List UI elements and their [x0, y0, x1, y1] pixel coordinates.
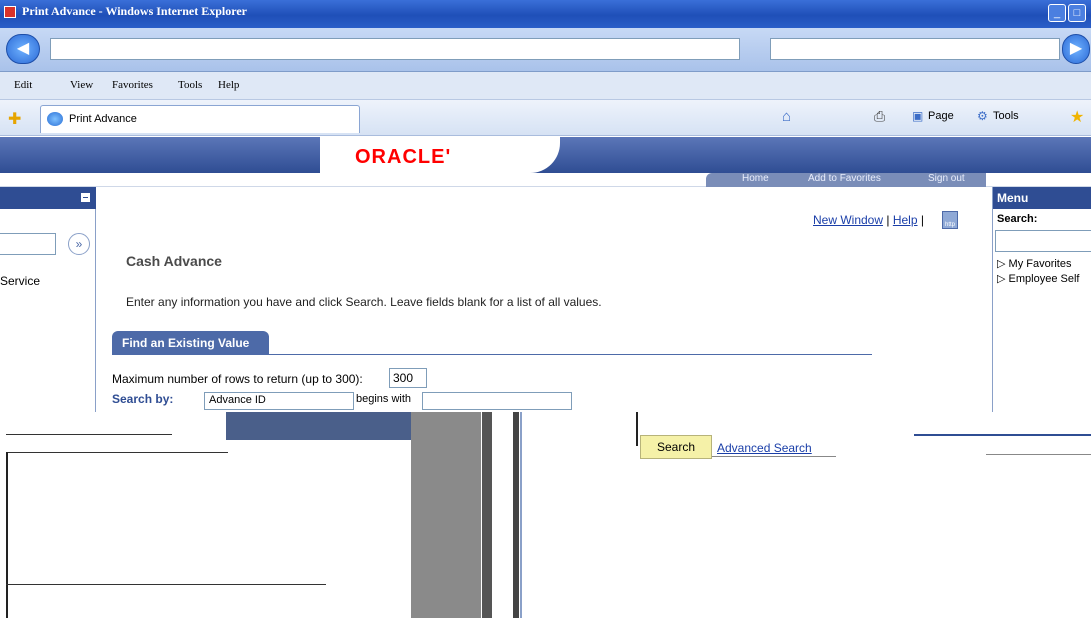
- artifact-line: [6, 452, 8, 618]
- triangle-right-icon: ▷: [997, 258, 1006, 270]
- favorites-icon[interactable]: ★: [1070, 107, 1084, 127]
- artifact-line: [6, 452, 228, 453]
- back-button[interactable]: ◀: [6, 34, 40, 64]
- artifact-block: [482, 412, 492, 618]
- artifact-block: [226, 412, 411, 440]
- menu-item-label: My Favorites: [1008, 258, 1072, 270]
- begins-with-label: begins with: [356, 393, 412, 405]
- search-value-input[interactable]: [422, 392, 572, 410]
- help-link[interactable]: Help: [893, 213, 918, 227]
- menu-item-my-favorites[interactable]: ▷ My Favorites: [997, 257, 1072, 270]
- triangle-right-icon: ▷: [997, 273, 1006, 285]
- link-separator: |: [886, 213, 890, 227]
- page-links: New Window | Help |: [813, 213, 924, 227]
- instructions-text: Enter any information you have and click…: [126, 295, 602, 309]
- minimize-button[interactable]: _: [1048, 4, 1066, 22]
- page-icon: [47, 112, 63, 126]
- artifact-block: [0, 412, 226, 432]
- add-to-favorites-link[interactable]: Add to Favorites: [808, 173, 881, 184]
- artifact-block: [411, 412, 481, 618]
- tab-find-existing-value[interactable]: Find an Existing Value: [112, 331, 269, 355]
- left-nav-item[interactable]: Service: [0, 274, 40, 288]
- artifact-line: [636, 412, 638, 446]
- address-bar: ◀ ▶: [0, 28, 1091, 72]
- sign-out-link[interactable]: Sign out: [928, 173, 965, 184]
- page-menu[interactable]: Page: [928, 110, 954, 122]
- menu-item-employee-self-service[interactable]: ▷ Employee Self: [997, 272, 1079, 285]
- tab-label: Print Advance: [69, 113, 137, 125]
- left-search-go-button[interactable]: »: [68, 233, 90, 255]
- left-pane-header: [0, 187, 96, 209]
- oracle-logo: ORACLE': [355, 146, 452, 168]
- search-go-button[interactable]: ▶: [1062, 34, 1090, 64]
- menu-view[interactable]: View: [70, 79, 93, 91]
- tab-underline: [112, 354, 872, 355]
- left-search-input[interactable]: [0, 233, 56, 255]
- link-separator: |: [920, 213, 924, 227]
- menu-search-label: Search:: [997, 213, 1038, 225]
- max-rows-input[interactable]: 300: [389, 368, 427, 388]
- left-nav-pane: » Service: [0, 187, 96, 412]
- menu-pane: Menu Search: ▷ My Favorites ▷ Employee S…: [992, 187, 1091, 412]
- window-title: Print Advance - Windows Internet Explore…: [22, 4, 248, 18]
- search-by-select[interactable]: Advance ID: [204, 392, 354, 410]
- home-link[interactable]: Home: [742, 173, 769, 184]
- artifact-line: [986, 454, 1091, 455]
- menu-bar: Edit View Favorites Tools Help: [0, 72, 1091, 100]
- tab-bar: ✚ Print Advance ⌂ ⎙ ▣ Page ⚙ Tools ★: [0, 100, 1091, 136]
- ie-icon: [4, 6, 16, 18]
- http-icon[interactable]: http: [942, 211, 958, 229]
- menu-search-input[interactable]: [995, 230, 1091, 252]
- artifact-line: [914, 434, 1091, 436]
- menu-help[interactable]: Help: [218, 79, 239, 91]
- collapse-icon[interactable]: [80, 192, 91, 203]
- search-by-label: Search by:: [112, 392, 174, 406]
- header-links: Home Add to Favorites Sign out: [706, 173, 986, 187]
- browser-search-field[interactable]: [770, 38, 1060, 60]
- artifact-line: [712, 456, 836, 457]
- page-menu-icon: ▣: [912, 109, 924, 123]
- artifact-block: [513, 412, 519, 618]
- tools-menu[interactable]: Tools: [993, 110, 1019, 122]
- maximize-button[interactable]: □: [1068, 4, 1086, 22]
- favorites-star-icon[interactable]: ✚: [8, 109, 21, 129]
- tools-gear-icon: ⚙: [977, 109, 988, 123]
- new-window-link[interactable]: New Window: [813, 213, 883, 227]
- home-icon[interactable]: ⌂: [782, 108, 791, 125]
- search-button[interactable]: Search: [640, 435, 712, 459]
- menu-edit[interactable]: Edit: [14, 79, 32, 91]
- artifact-line: [6, 434, 172, 435]
- render-artifact-region: [0, 412, 1091, 618]
- artifact-line: [6, 584, 326, 585]
- page-title: Cash Advance: [126, 253, 222, 269]
- menu-pane-title: Menu: [993, 187, 1091, 209]
- search-by-row: Search by: Advance ID begins with: [112, 392, 582, 410]
- max-rows-label: Maximum number of rows to return (up to …: [112, 372, 363, 386]
- artifact-line: [520, 412, 522, 618]
- tab-print-advance[interactable]: Print Advance: [40, 105, 360, 133]
- url-field[interactable]: [50, 38, 740, 60]
- menu-favorites[interactable]: Favorites: [112, 79, 153, 91]
- menu-item-label: Employee Self: [1008, 273, 1080, 285]
- advanced-search-link[interactable]: Advanced Search: [717, 441, 812, 455]
- window-titlebar: Print Advance - Windows Internet Explore…: [0, 0, 1091, 28]
- menu-tools[interactable]: Tools: [178, 79, 202, 91]
- print-icon[interactable]: ⎙: [874, 108, 885, 125]
